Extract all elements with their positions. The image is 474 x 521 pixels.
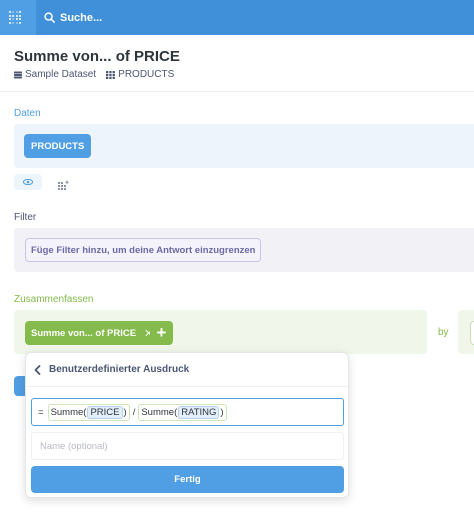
join-icon xyxy=(58,180,69,190)
close-paren-1: ) xyxy=(123,406,127,418)
preview-button[interactable] xyxy=(14,174,42,190)
field-token-rating: RATING xyxy=(178,405,220,419)
table-icon xyxy=(106,70,116,79)
done-button[interactable]: Fertig xyxy=(31,466,344,493)
breadcrumb-table[interactable]: PRODUCTS xyxy=(106,69,174,80)
popover-back-header[interactable]: Benutzerdefinierter Ausdruck xyxy=(26,353,348,387)
search-bar[interactable]: Suche... xyxy=(36,0,474,35)
metric-chip-label: Summe von... of PRICE xyxy=(31,327,137,339)
data-section-label: Daten xyxy=(14,108,41,119)
expression-editor[interactable]: = Summe ( PRICE ) / Summe ( RATING ) xyxy=(31,398,344,426)
custom-expression-popover: Benutzerdefinierter Ausdruck = Summe ( P… xyxy=(25,352,349,498)
question-title: Summe von... of PRICE xyxy=(14,48,180,65)
expression-operator: / xyxy=(132,406,136,418)
popover-title: Benutzerdefinierter Ausdruck xyxy=(49,364,190,375)
logo-icon xyxy=(8,11,22,24)
metabase-logo[interactable] xyxy=(0,0,30,35)
expression-name-input[interactable]: Name (optional) xyxy=(31,432,344,460)
breadcrumb: Sample Dataset PRODUCTS xyxy=(14,69,174,80)
add-filter-button[interactable]: Füge Filter hinzu, um deine Antwort einz… xyxy=(25,238,262,262)
join-data-button[interactable] xyxy=(58,177,69,195)
add-breakout-button[interactable] xyxy=(470,321,474,345)
breadcrumb-database[interactable]: Sample Dataset xyxy=(14,69,96,80)
header-divider xyxy=(0,91,474,92)
function-name-1: Summe xyxy=(50,406,84,418)
group-by-label: by xyxy=(438,327,449,338)
close-paren-2: ) xyxy=(220,406,224,418)
metric-chip[interactable]: Summe von... of PRICE ✕ xyxy=(25,321,160,345)
breadcrumb-database-label: Sample Dataset xyxy=(25,69,97,80)
filter-section-label: Filter xyxy=(14,212,37,223)
eye-icon xyxy=(23,179,33,185)
add-metric-button[interactable]: + xyxy=(150,321,173,345)
open-paren-1: ( xyxy=(83,406,87,418)
summarize-section-label: Zusammenfassen xyxy=(14,294,94,305)
expression-function-2: Summe ( RATING ) xyxy=(138,403,227,421)
database-icon xyxy=(14,71,22,78)
field-token-price: PRICE xyxy=(87,405,123,419)
plus-icon: + xyxy=(156,323,167,342)
function-name-2: Summe xyxy=(141,406,175,418)
top-navbar: Suche... xyxy=(0,0,474,35)
name-input-placeholder: Name (optional) xyxy=(40,440,108,452)
chevron-left-icon xyxy=(34,364,41,375)
data-table-button[interactable]: PRODUCTS xyxy=(24,134,92,158)
open-paren-2: ( xyxy=(174,406,178,418)
search-icon xyxy=(44,12,55,23)
breadcrumb-table-label: PRODUCTS xyxy=(118,69,175,80)
expression-equals: = xyxy=(38,406,44,418)
expression-function-1: Summe ( PRICE ) xyxy=(47,403,130,421)
search-placeholder: Suche... xyxy=(60,11,103,24)
